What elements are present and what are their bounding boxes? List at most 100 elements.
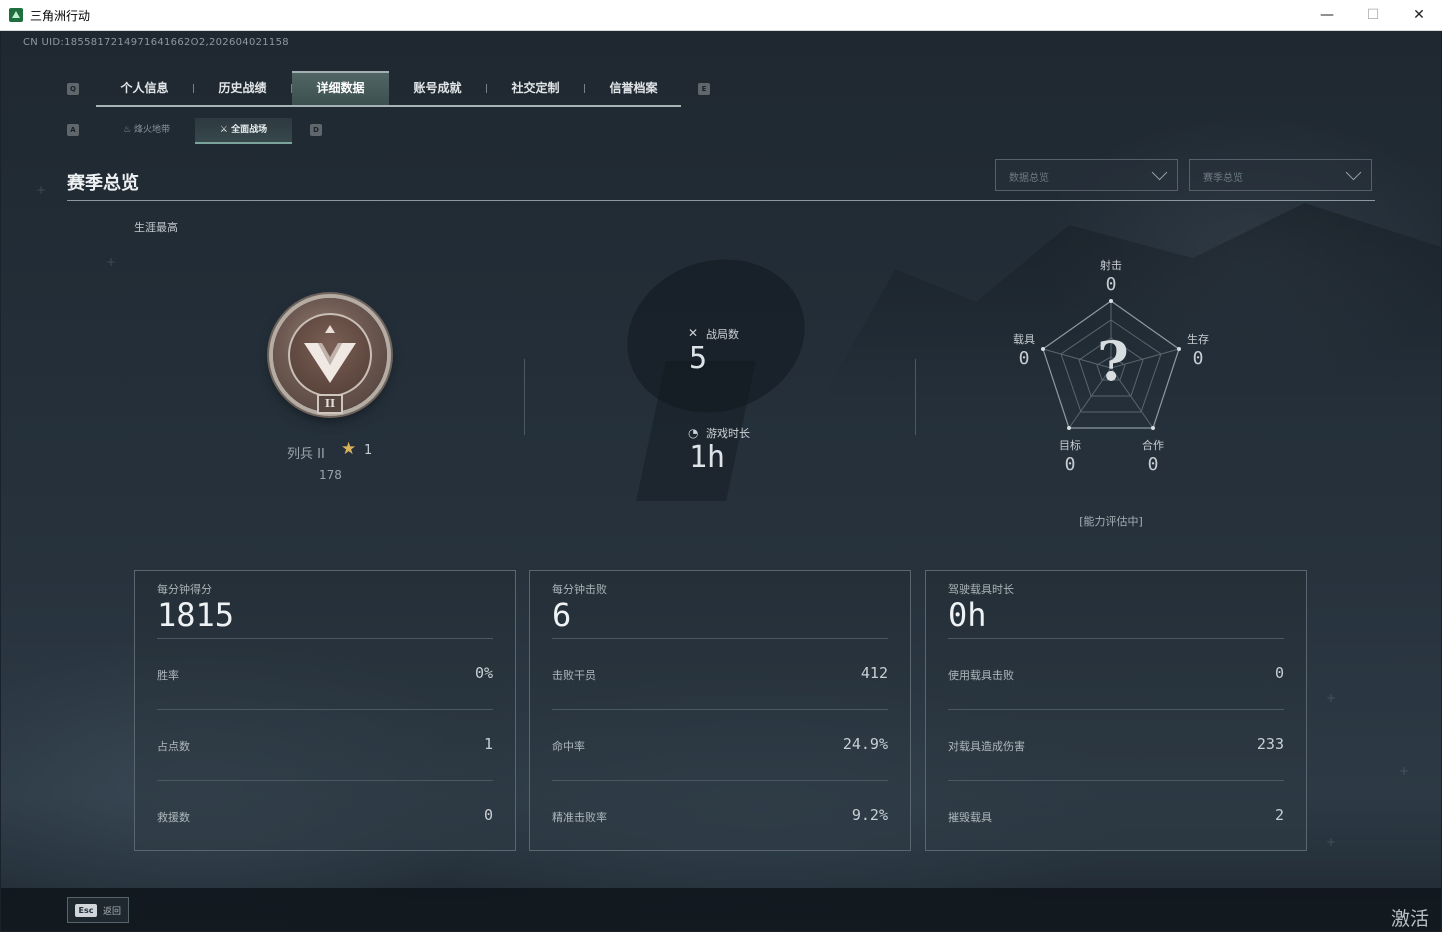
- app-logo-icon: [9, 8, 23, 22]
- column-divider: [524, 359, 525, 435]
- stat-row-value: 24.9%: [842, 735, 888, 753]
- tab-credit-profile[interactable]: 信誉档案: [585, 71, 682, 105]
- fire-icon: ♨: [123, 125, 134, 135]
- rank-name: 列兵 II: [287, 447, 325, 462]
- stats-card-score: 每分钟得分 1815 胜率 0% 占点数 1 救援数 0: [134, 570, 516, 851]
- season-overview-dropdown-label: 赛季总览: [1203, 173, 1243, 184]
- question-mark-icon: ?: [1097, 329, 1129, 393]
- stat-row-label: 击败干员: [552, 669, 596, 682]
- stat-row: 使用载具击败 0: [948, 638, 1284, 710]
- subtab-full-battlefield-label: 全面战场: [231, 125, 268, 135]
- tab-battle-history[interactable]: 历史战绩: [194, 71, 291, 105]
- stat-row-value: 0: [1274, 664, 1284, 682]
- matches-value: 5: [689, 341, 708, 376]
- stat-row-value: 412: [860, 664, 888, 682]
- crosshair-deco-icon: +: [1326, 691, 1337, 705]
- rank-points: 178: [319, 468, 342, 482]
- stats-card-vehicle: 驾驶载具时长 0h 使用载具击败 0 对载具造成伤害 233 摧毁载具 2: [925, 570, 1307, 851]
- card-head-label: 驾驶载具时长: [948, 583, 1014, 596]
- radar-status: [能力评估中]: [1079, 515, 1143, 528]
- crosshair-deco-icon: +: [106, 255, 117, 269]
- windows-activation-watermark: 激活 \: [1391, 908, 1430, 930]
- matches-label: 战局数: [706, 328, 739, 341]
- stats-card-kills: 每分钟击败 6 击败干员 412 命中率 24.9% 精准击败率 9.2%: [529, 570, 911, 851]
- subtab-next-key-hint: D: [310, 124, 322, 136]
- stat-row-label: 摧毁载具: [948, 811, 992, 824]
- section-title: 赛季总览: [67, 173, 139, 194]
- rank-medal-face: [288, 313, 372, 397]
- back-button[interactable]: Esc 返回: [67, 897, 129, 923]
- star-icon: ★: [341, 439, 357, 459]
- stat-row: 救援数 0: [157, 780, 493, 852]
- stat-row-label: 胜率: [157, 669, 179, 682]
- radar-axis-survival-label: 生存: [1187, 333, 1209, 346]
- rank-star-count: 1: [364, 443, 373, 458]
- chevron-down-icon: [1151, 164, 1168, 181]
- crosshair-deco-icon: +: [1399, 764, 1410, 778]
- card-head-value: 1815: [157, 596, 235, 634]
- stat-row-value: 9.2%: [851, 806, 888, 824]
- window-title: 三角洲行动: [30, 9, 91, 23]
- subtab-prev-key-hint: A: [67, 124, 79, 136]
- bottom-bar: [1, 888, 1441, 931]
- playtime-value: 1h: [689, 440, 726, 475]
- stat-row-value: 2: [1274, 806, 1284, 824]
- card-head-label: 每分钟得分: [157, 583, 212, 596]
- close-button[interactable]: ✕: [1396, 0, 1442, 30]
- rank-tier-plate: II: [317, 394, 343, 414]
- stat-row-label: 精准击败率: [552, 811, 607, 824]
- stat-row: 摧毁载具 2: [948, 780, 1284, 852]
- crossed-swords-icon: ✕: [688, 326, 699, 340]
- battlefield-icon: ⚔: [219, 125, 232, 135]
- data-overview-dropdown[interactable]: 数据总览: [995, 159, 1178, 191]
- stat-row-value: 1: [483, 735, 493, 753]
- stat-row-value: 233: [1256, 735, 1284, 753]
- radar-axis-survival-value: 0: [1192, 348, 1204, 369]
- player-uid: CN UID:1855817214971641662O2,20260402115…: [23, 37, 289, 48]
- main-tab-bar: 个人信息 历史战绩 详细数据 账号成就 社交定制 信誉档案: [96, 71, 681, 107]
- tab-next-key-hint: E: [698, 83, 710, 95]
- tab-social-custom[interactable]: 社交定制: [487, 71, 584, 105]
- card-head-value: 0h: [948, 596, 987, 634]
- stat-row: 对载具造成伤害 233: [948, 709, 1284, 781]
- radar-axis-objective-label: 目标: [1059, 439, 1081, 452]
- data-overview-dropdown-label: 数据总览: [1009, 173, 1049, 184]
- subtab-full-battlefield[interactable]: ⚔ 全面战场: [195, 118, 292, 144]
- season-overview-dropdown[interactable]: 赛季总览: [1189, 159, 1372, 191]
- stat-row: 命中率 24.9%: [552, 709, 888, 781]
- tab-detailed-data[interactable]: 详细数据: [292, 71, 389, 105]
- chevron-rank-icon: [304, 325, 356, 383]
- radar-axis-objective-value: 0: [1064, 454, 1076, 475]
- tab-personal-info[interactable]: 个人信息: [96, 71, 193, 105]
- stat-row-label: 使用载具击败: [948, 669, 1014, 682]
- playtime-label: 游戏时长: [706, 427, 750, 440]
- back-button-label: 返回: [103, 907, 122, 917]
- radar-axis-shooting-label: 射击: [1100, 259, 1122, 272]
- card-head-label: 每分钟击败: [552, 583, 607, 596]
- radar-axis-shooting-value: 0: [1105, 274, 1117, 295]
- stat-row-label: 对载具造成伤害: [948, 740, 1025, 753]
- tab-prev-key-hint: Q: [67, 83, 79, 95]
- esc-key-hint: Esc: [75, 904, 97, 917]
- stat-row: 占点数 1: [157, 709, 493, 781]
- radar-axis-vehicle-value: 0: [1018, 348, 1030, 369]
- chevron-down-icon: [1345, 164, 1362, 181]
- window-titlebar: 三角洲行动 — ☐ ✕: [0, 0, 1442, 31]
- section-divider: [67, 200, 1375, 201]
- stopwatch-icon: ◔: [688, 426, 699, 440]
- radar-axis-vehicle-label: 载具: [1013, 333, 1035, 346]
- rank-medal-icon: II: [273, 298, 387, 414]
- crosshair-deco-icon: +: [36, 183, 47, 197]
- stat-row-value: 0: [483, 806, 493, 824]
- subtab-hazard-zone-label: 烽火地带: [133, 125, 170, 135]
- stat-row: 精准击败率 9.2%: [552, 780, 888, 852]
- column-divider: [915, 359, 916, 435]
- minimize-button[interactable]: —: [1304, 0, 1350, 30]
- subtab-hazard-zone[interactable]: ♨ 烽火地带: [98, 118, 195, 144]
- stat-row-label: 命中率: [552, 740, 585, 753]
- radar-axis-teamwork-value: 0: [1147, 454, 1159, 475]
- maximize-button[interactable]: ☐: [1350, 0, 1396, 30]
- stat-row-label: 救援数: [157, 811, 190, 824]
- stat-row-label: 占点数: [157, 740, 190, 753]
- tab-achievements[interactable]: 账号成就: [389, 71, 486, 105]
